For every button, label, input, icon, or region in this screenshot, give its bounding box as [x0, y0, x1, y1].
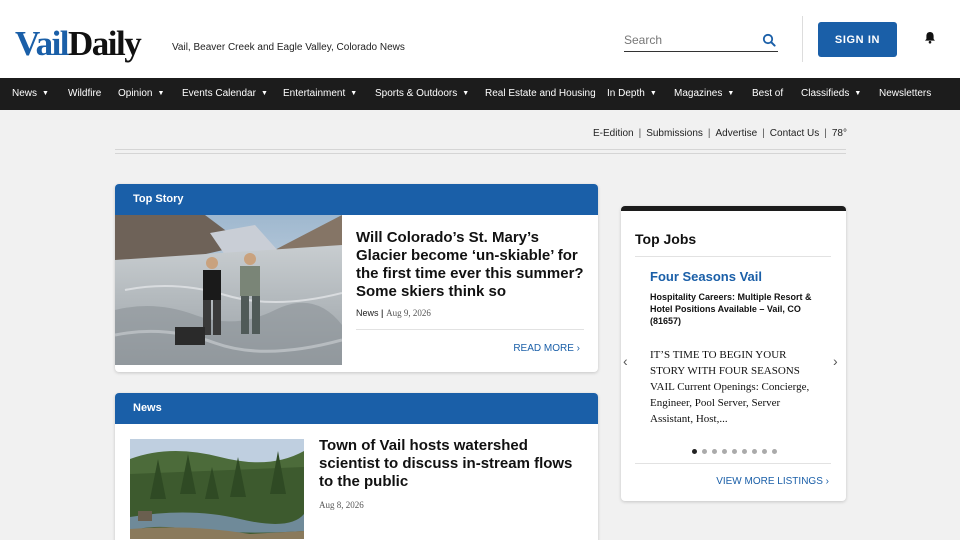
separator: |: [638, 128, 642, 139]
carousel-dot[interactable]: [752, 449, 757, 454]
read-more-link[interactable]: READ MORE ›: [513, 343, 580, 354]
view-more-label: VIEW MORE LISTINGS: [716, 476, 823, 487]
search-input[interactable]: [624, 30, 754, 50]
story-divider: [356, 329, 584, 330]
nav-label: Newsletters: [879, 88, 932, 99]
news-date: Aug 8, 2026: [319, 500, 364, 510]
top-story-headline[interactable]: Will Colorado’s St. Mary’s Glacier becom…: [356, 229, 586, 301]
chevron-down-icon: ▼: [260, 90, 268, 97]
story-category[interactable]: News: [356, 308, 379, 318]
carousel-dot[interactable]: [712, 449, 717, 454]
carousel-dot[interactable]: [732, 449, 737, 454]
nav-label: Opinion: [118, 88, 153, 99]
chevron-down-icon: ▼: [727, 90, 735, 97]
nav-label: Wildfire: [68, 88, 102, 99]
chevron-down-icon: ▼: [854, 90, 862, 97]
site-header: VailDaily Vail, Beaver Creek and Eagle V…: [0, 0, 960, 78]
jobs-divider: [635, 256, 831, 257]
section-header-top-story: Top Story: [115, 184, 598, 215]
section-header-news: News: [115, 393, 598, 424]
glacier-photo[interactable]: [115, 215, 342, 365]
separator: |: [824, 128, 827, 139]
nav-item-magazines[interactable]: Magazines ▼: [674, 78, 734, 110]
story-meta: News | Aug 9, 2026: [356, 308, 431, 318]
nav-label: Events Calendar: [182, 88, 256, 99]
chevron-right-icon: ›: [576, 343, 580, 354]
logo-daily: Daily: [68, 24, 142, 63]
nav-item-classifieds[interactable]: Classifieds ▼: [801, 78, 861, 110]
nav-item-in-depth[interactable]: In Depth ▼: [607, 78, 657, 110]
news-headline[interactable]: Town of Vail hosts watershed scientist t…: [319, 437, 589, 491]
river-photo[interactable]: [130, 439, 304, 539]
util-link-e-edition[interactable]: E-Edition: [593, 128, 634, 139]
sign-in-button[interactable]: SIGN IN: [818, 22, 897, 57]
chevron-down-icon: ▼: [157, 90, 165, 97]
chevron-right-icon: ›: [825, 476, 829, 487]
nav-label: Best of: [752, 88, 784, 99]
carousel-dot[interactable]: [742, 449, 747, 454]
nav-item-events-calendar[interactable]: Events Calendar ▼: [182, 78, 268, 110]
util-link-submissions[interactable]: Submissions: [646, 128, 703, 139]
site-logo[interactable]: VailDaily: [15, 24, 142, 63]
view-more-listings-link[interactable]: VIEW MORE LISTINGS ›: [716, 476, 829, 487]
top-jobs-widget: Top Jobs ‹ Four Seasons Vail Hospitality…: [621, 206, 846, 501]
carousel-prev-icon[interactable]: ‹: [623, 353, 628, 369]
search-icon[interactable]: [762, 33, 776, 47]
carousel-next-icon[interactable]: ›: [833, 353, 838, 369]
nav-label: News: [12, 88, 38, 99]
main-nav: News ▼ Wildfire Opinion ▼ Events Calendar ▼…: [0, 78, 960, 110]
nav-item-opinion[interactable]: Opinion ▼: [118, 78, 164, 110]
util-link-advertise[interactable]: Advertise: [716, 128, 758, 139]
carousel-dot[interactable]: [772, 449, 777, 454]
nav-item-entertainment[interactable]: Entertainment ▼: [283, 78, 357, 110]
nav-label: Magazines: [674, 88, 723, 99]
carousel-dot[interactable]: [692, 449, 697, 454]
carousel-dot[interactable]: [722, 449, 727, 454]
read-more-label: READ MORE: [513, 343, 574, 354]
logo-vail: Vail: [15, 24, 70, 63]
nav-item-best-of[interactable]: Best of: [752, 78, 783, 110]
jobs-divider: [635, 463, 831, 464]
chevron-down-icon: ▼: [42, 90, 49, 97]
carousel-dot[interactable]: [702, 449, 707, 454]
weather-temperature[interactable]: 78°: [832, 128, 847, 139]
nav-item-wildfire[interactable]: Wildfire: [68, 78, 101, 110]
site-tagline: Vail, Beaver Creek and Eagle Valley, Col…: [172, 42, 405, 53]
nav-label: In Depth: [607, 88, 645, 99]
jobs-widget-title: Top Jobs: [635, 231, 697, 247]
nav-item-real-estate[interactable]: Real Estate and Housing: [485, 78, 596, 110]
utility-links: E-Edition | Submissions | Advertise | Contact …: [593, 128, 847, 139]
divider-rule: [115, 153, 846, 154]
nav-label: Entertainment: [283, 88, 346, 99]
util-link-contact-us[interactable]: Contact Us: [770, 128, 819, 139]
header-divider: [802, 16, 803, 62]
story-date: Aug 9, 2026: [386, 308, 431, 318]
nav-item-newsletters[interactable]: Newsletters: [879, 78, 931, 110]
job-company-link[interactable]: Four Seasons Vail: [650, 269, 762, 284]
chevron-down-icon: ▼: [649, 90, 657, 97]
divider-rule: [115, 149, 846, 150]
nav-label: Real Estate and Housing: [485, 88, 596, 99]
nav-item-sports-outdoors[interactable]: Sports & Outdoors ▼: [375, 78, 469, 110]
job-position-title[interactable]: Hospitality Careers: Multiple Resort & H…: [650, 291, 825, 327]
job-description: IT’S TIME TO BEGIN YOUR STORY WITH FOUR …: [650, 349, 810, 425]
news-card: News Town of Vail hosts watershed scient…: [115, 393, 598, 540]
chevron-down-icon: ▼: [462, 90, 470, 97]
carousel-dot[interactable]: [762, 449, 767, 454]
separator: |: [707, 128, 711, 139]
separator: |: [762, 128, 765, 139]
nav-label: Classifieds: [801, 88, 850, 99]
bell-icon[interactable]: [924, 31, 936, 44]
nav-item-news[interactable]: News ▼: [12, 78, 49, 110]
chevron-down-icon: ▼: [350, 90, 358, 97]
meta-separator: |: [381, 308, 384, 318]
top-story-card: Top Story Will Colorado’s St. Mary’s Gla…: [115, 184, 598, 372]
search-box: [624, 30, 778, 52]
nav-label: Sports & Outdoors: [375, 88, 458, 99]
